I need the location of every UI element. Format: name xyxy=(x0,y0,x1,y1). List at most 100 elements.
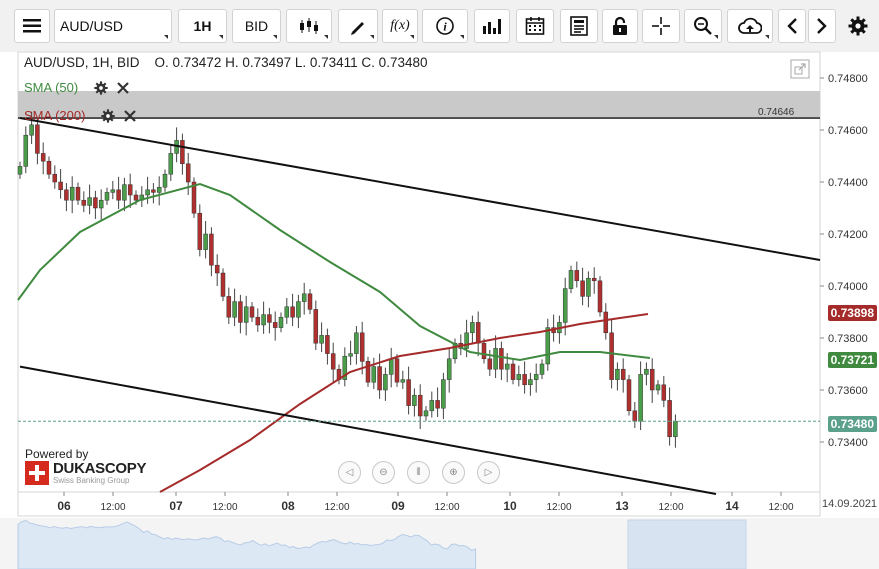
gear-icon[interactable] xyxy=(101,109,115,123)
candle xyxy=(545,327,551,365)
candle xyxy=(87,197,92,206)
y-tick-label: 0.74400 xyxy=(828,177,868,189)
candle xyxy=(406,379,411,406)
candle xyxy=(644,368,649,375)
candle xyxy=(232,301,237,318)
candle xyxy=(214,264,220,274)
close-icon[interactable] xyxy=(117,82,129,94)
candle xyxy=(284,306,290,318)
candle xyxy=(481,342,487,360)
candle xyxy=(615,368,620,380)
candle xyxy=(516,374,522,380)
x-tick-label: 12:00 xyxy=(434,502,459,513)
brand-name: DUKASCOPY xyxy=(53,460,147,477)
candle xyxy=(116,189,121,201)
candle xyxy=(151,189,156,193)
last-price-label: 0.73480 xyxy=(827,416,877,432)
candle xyxy=(17,166,23,175)
candle xyxy=(632,410,638,422)
sma50-price-label: 0.73721 xyxy=(827,352,877,368)
candle xyxy=(180,140,185,165)
candle xyxy=(586,277,591,297)
candle xyxy=(110,189,116,193)
close-icon[interactable] xyxy=(124,110,136,122)
candle xyxy=(296,301,301,318)
reset-zoom-button[interactable]: ⦀ xyxy=(407,461,430,484)
candle xyxy=(58,181,63,191)
x-tick-label: 12:00 xyxy=(100,502,125,513)
price-chart[interactable]: 0.74800 0.74600 0.74400 0.74200 0.74000 0.738… xyxy=(0,0,879,569)
nav-back-button[interactable]: ◁ xyxy=(338,461,361,484)
candle xyxy=(655,384,661,391)
candle xyxy=(528,379,533,386)
horizontal-line-label: 0.74646 xyxy=(758,107,795,118)
candle xyxy=(388,358,394,375)
gear-icon[interactable] xyxy=(94,81,108,95)
navigator-window[interactable] xyxy=(627,519,747,569)
candle xyxy=(168,153,174,175)
candle xyxy=(69,186,75,201)
candle xyxy=(93,197,98,209)
swiss-cross-icon xyxy=(25,461,49,485)
y-tick-label: 0.74600 xyxy=(828,125,868,137)
candle xyxy=(400,379,406,383)
candle xyxy=(238,301,243,323)
candle xyxy=(104,192,110,201)
candle xyxy=(203,233,208,250)
candle xyxy=(40,153,46,162)
candle xyxy=(667,400,672,438)
candle xyxy=(441,379,446,409)
selection-band xyxy=(18,91,820,119)
candle xyxy=(325,335,330,354)
candle xyxy=(278,316,284,328)
candle xyxy=(261,314,266,326)
candle xyxy=(673,420,678,438)
y-tick-label: 0.73600 xyxy=(828,385,868,397)
candle xyxy=(330,353,336,370)
candle xyxy=(510,363,516,380)
candle xyxy=(243,306,249,323)
candle xyxy=(609,332,614,380)
x-tick-label: 12:00 xyxy=(212,502,237,513)
candle xyxy=(75,186,81,201)
candle xyxy=(313,309,319,344)
candle xyxy=(359,332,365,362)
candle xyxy=(29,124,34,136)
candle xyxy=(475,322,481,344)
candle xyxy=(197,212,203,250)
y-tick-label: 0.74800 xyxy=(828,73,868,85)
zoom-out-button[interactable]: ⊖ xyxy=(372,461,395,484)
candle xyxy=(46,160,52,175)
sma50-label: SMA (50) xyxy=(24,80,79,95)
x-tick-label: 13 xyxy=(615,499,629,513)
brand-sub: Swiss Banking Group xyxy=(53,476,130,485)
candle xyxy=(220,272,226,297)
candle xyxy=(412,394,417,406)
candle xyxy=(122,184,127,201)
candle xyxy=(626,379,632,412)
candle xyxy=(64,189,69,201)
sma50-label-row: SMA (50) xyxy=(24,80,78,95)
x-tick-label: 08 xyxy=(281,499,295,513)
candle xyxy=(162,173,168,188)
expand-icon[interactable] xyxy=(790,59,810,79)
candle xyxy=(591,277,597,282)
x-tick-label: 06 xyxy=(57,499,71,513)
candle xyxy=(522,374,527,386)
y-tick-label: 0.74200 xyxy=(828,229,868,241)
candle xyxy=(603,311,609,334)
zoom-in-button[interactable]: ⊕ xyxy=(442,461,465,484)
candle xyxy=(348,353,353,357)
candle xyxy=(417,394,423,417)
x-tick-label: 14 xyxy=(725,499,739,513)
x-tick-label: 12:00 xyxy=(768,502,793,513)
candle xyxy=(133,194,139,201)
candle xyxy=(81,199,87,206)
candle xyxy=(272,322,278,328)
candle xyxy=(185,163,191,183)
ohlc-info: AUD/USD, 1H, BID O. 0.73472 H. 0.73497 L… xyxy=(24,55,428,70)
nav-forward-button[interactable]: ▷ xyxy=(477,461,500,484)
candle xyxy=(429,400,435,412)
x-tick-label: 12:00 xyxy=(546,502,571,513)
candle xyxy=(98,199,104,209)
